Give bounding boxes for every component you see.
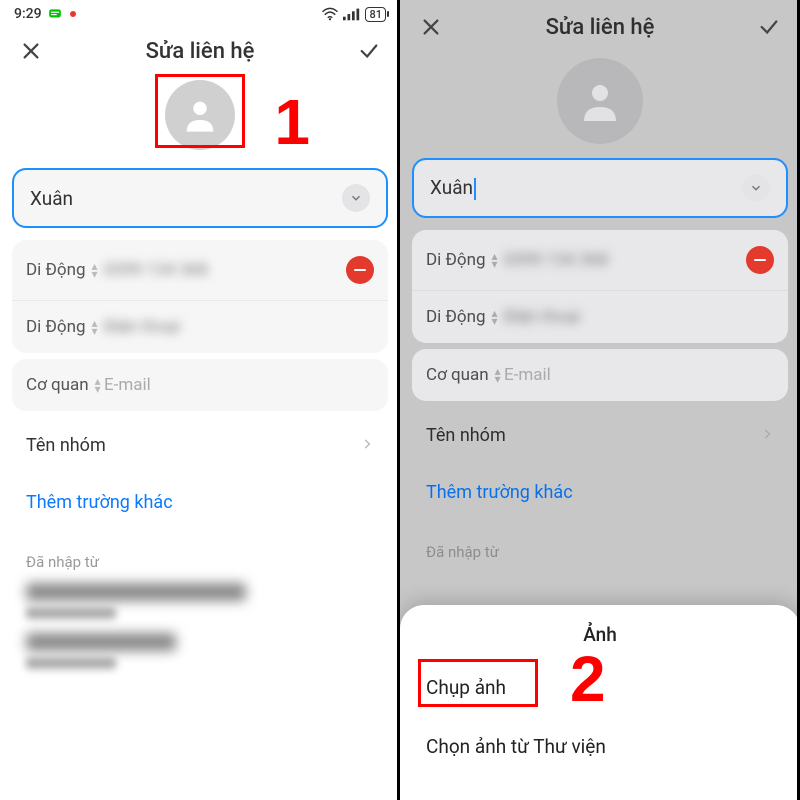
phone-value-blurred: 0399 134 368 — [504, 250, 746, 270]
screenshot-step-1: 9:29 81 Sửa liên hệ — [0, 0, 400, 800]
chevron-right-icon — [760, 425, 774, 446]
phone-type-label[interactable]: Di Động ▴▾ — [426, 250, 504, 270]
phone-group: Di Động ▴▾ 0399 134 368 Di Động ▴▾ Điện … — [412, 230, 788, 343]
email-type-label[interactable]: Cơ quan ▴▾ — [26, 375, 104, 395]
header: Sửa liên hệ — [0, 24, 400, 74]
sort-icon: ▴▾ — [492, 309, 498, 325]
expand-name-icon[interactable] — [342, 184, 370, 212]
imported-from-label: Đã nhập từ — [410, 533, 790, 567]
sort-icon: ▴▾ — [92, 319, 98, 335]
text-cursor — [474, 178, 476, 200]
imported-item-title-blurred — [26, 583, 246, 601]
notification-dot-icon — [68, 9, 78, 19]
name-value: Xuân — [30, 187, 73, 210]
sort-icon: ▴▾ — [92, 262, 98, 278]
imported-item-title-blurred — [26, 633, 176, 651]
contact-form: Xuân Di Động ▴▾ 0399 134 368 Di Động ▴▾ … — [400, 158, 800, 567]
status-time: 9:29 — [14, 6, 42, 22]
add-field-link[interactable]: Thêm trường khác — [410, 464, 790, 521]
signal-icon — [343, 7, 361, 21]
sort-icon: ▴▾ — [95, 377, 101, 393]
annotation-box-1 — [155, 74, 245, 148]
phone-type-label[interactable]: Di Động ▴▾ — [26, 317, 104, 337]
battery-icon: 81 — [365, 7, 386, 22]
choose-gallery-option[interactable]: Chọn ảnh từ Thư viện — [400, 717, 800, 776]
name-input[interactable]: Xuân — [412, 158, 788, 218]
email-row[interactable]: Cơ quan ▴▾ E-mail — [12, 359, 388, 411]
email-placeholder: E-mail — [504, 365, 774, 385]
screenshot-step-2: Sửa liên hệ Xuân Di Động ▴▾ 0399 134 368 — [400, 0, 800, 800]
name-value: Xuân — [430, 176, 476, 200]
annotation-number-2: 2 — [570, 642, 606, 716]
group-name-row[interactable]: Tên nhóm — [410, 407, 790, 464]
phone-value-blurred: 0399 134 368 — [104, 260, 346, 280]
add-field-link[interactable]: Thêm trường khác — [10, 474, 390, 531]
close-icon[interactable] — [418, 14, 444, 40]
phone-row-1[interactable]: Di Động ▴▾ 0399 134 368 — [12, 240, 388, 300]
wifi-icon — [321, 7, 339, 21]
sort-icon: ▴▾ — [492, 252, 498, 268]
phone-type-label[interactable]: Di Động ▴▾ — [426, 307, 504, 327]
group-name-row[interactable]: Tên nhóm — [10, 417, 390, 474]
email-group: Cơ quan ▴▾ E-mail — [412, 349, 788, 401]
page-title: Sửa liên hệ — [546, 15, 655, 40]
imported-item-sub-blurred — [26, 607, 116, 619]
status-bar: 9:29 81 — [0, 0, 400, 24]
phone-placeholder-blurred: Điện thoại — [504, 307, 774, 327]
email-placeholder: E-mail — [104, 375, 374, 395]
phone-type-label[interactable]: Di Động ▴▾ — [26, 260, 104, 280]
name-input[interactable]: Xuân — [12, 168, 388, 228]
contact-form: Xuân Di Động ▴▾ 0399 134 368 Di Động ▴▾ … — [0, 168, 400, 669]
email-row[interactable]: Cơ quan ▴▾ E-mail — [412, 349, 788, 401]
imported-item-sub-blurred — [26, 657, 116, 669]
phone-group: Di Động ▴▾ 0399 134 368 Di Động ▴▾ Điện … — [12, 240, 388, 353]
contact-avatar[interactable] — [557, 58, 643, 144]
phone-row-1[interactable]: Di Động ▴▾ 0399 134 368 — [412, 230, 788, 290]
confirm-icon[interactable] — [756, 14, 782, 40]
expand-name-icon[interactable] — [742, 174, 770, 202]
sort-icon: ▴▾ — [495, 367, 501, 383]
line-app-icon — [48, 7, 62, 21]
phone-row-2[interactable]: Di Động ▴▾ Điện thoại — [12, 300, 388, 353]
email-group: Cơ quan ▴▾ E-mail — [12, 359, 388, 411]
phone-row-2[interactable]: Di Động ▴▾ Điện thoại — [412, 290, 788, 343]
annotation-number-1: 1 — [274, 85, 310, 159]
avatar-section — [0, 74, 400, 154]
page-title: Sửa liên hệ — [146, 39, 255, 64]
close-icon[interactable] — [18, 38, 44, 64]
phone-placeholder-blurred: Điện thoại — [104, 317, 374, 337]
delete-phone-icon[interactable] — [346, 256, 374, 284]
annotation-box-2 — [418, 659, 538, 707]
email-type-label[interactable]: Cơ quan ▴▾ — [426, 365, 504, 385]
header: Sửa liên hệ — [400, 0, 800, 50]
delete-phone-icon[interactable] — [746, 246, 774, 274]
chevron-right-icon — [360, 435, 374, 456]
imported-from-label: Đã nhập từ — [10, 543, 390, 577]
confirm-icon[interactable] — [356, 38, 382, 64]
